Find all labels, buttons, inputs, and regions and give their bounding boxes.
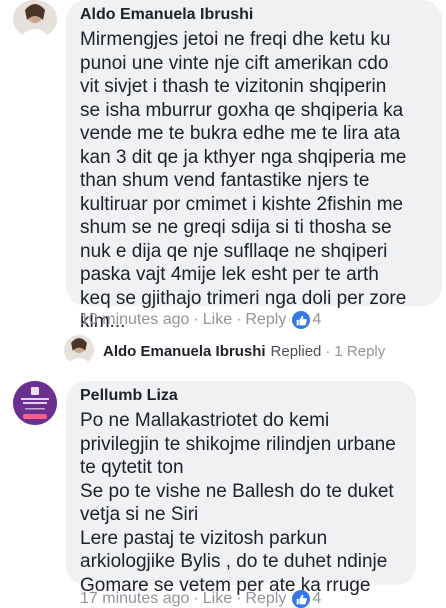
like-link[interactable]: Like (203, 311, 232, 329)
thumbs-up-icon[interactable] (292, 590, 311, 608)
separator: · (325, 343, 331, 360)
comment-author[interactable]: Aldo Emanuela Ibrushi (80, 6, 429, 24)
separator: · (236, 590, 242, 607)
reply-link[interactable]: Reply (245, 590, 286, 608)
separator: · (193, 590, 199, 607)
comment-text: Mirmengjes jetoi ne freqi dhe ketu ku pu… (80, 29, 407, 332)
reaction-count[interactable]: 4 (312, 311, 321, 329)
reply-avatar[interactable] (64, 335, 94, 365)
reply-count[interactable]: 1 Reply (334, 343, 385, 360)
reaction-count[interactable]: 4 (312, 590, 321, 608)
comment-text: Po ne Mallakastriotet do kemi privilegji… (80, 410, 396, 596)
avatar[interactable] (13, 0, 57, 38)
comment-bubble: Pellumb Liza Po ne Mallakastriotet do ke… (66, 381, 416, 596)
comment-meta: 10 minutes ago · Like · Reply 4 (80, 311, 321, 329)
avatar[interactable] (13, 381, 57, 425)
comment-meta: 17 minutes ago · Like · Reply 4 (80, 590, 321, 608)
profile-photo (64, 335, 94, 365)
reply-status: Replied (270, 343, 322, 360)
comment-timestamp[interactable]: 17 minutes ago (80, 590, 189, 608)
reply-author[interactable]: Aldo Emanuela Ibrushi (103, 343, 266, 360)
separator: · (236, 311, 242, 328)
reply-summary[interactable]: Aldo Emanuela Ibrushi Replied · 1 Reply (103, 343, 385, 360)
comment-author[interactable]: Pellumb Liza (80, 387, 403, 405)
separator: · (193, 311, 199, 328)
thumbs-up-icon[interactable] (292, 311, 311, 329)
page-logo-icon (13, 381, 57, 425)
comment-timestamp[interactable]: 10 minutes ago (80, 311, 189, 329)
like-link[interactable]: Like (203, 590, 232, 608)
comment-bubble: Aldo Emanuela Ibrushi Mirmengjes jetoi n… (66, 0, 442, 332)
profile-photo (13, 0, 57, 38)
reply-link[interactable]: Reply (245, 311, 286, 329)
